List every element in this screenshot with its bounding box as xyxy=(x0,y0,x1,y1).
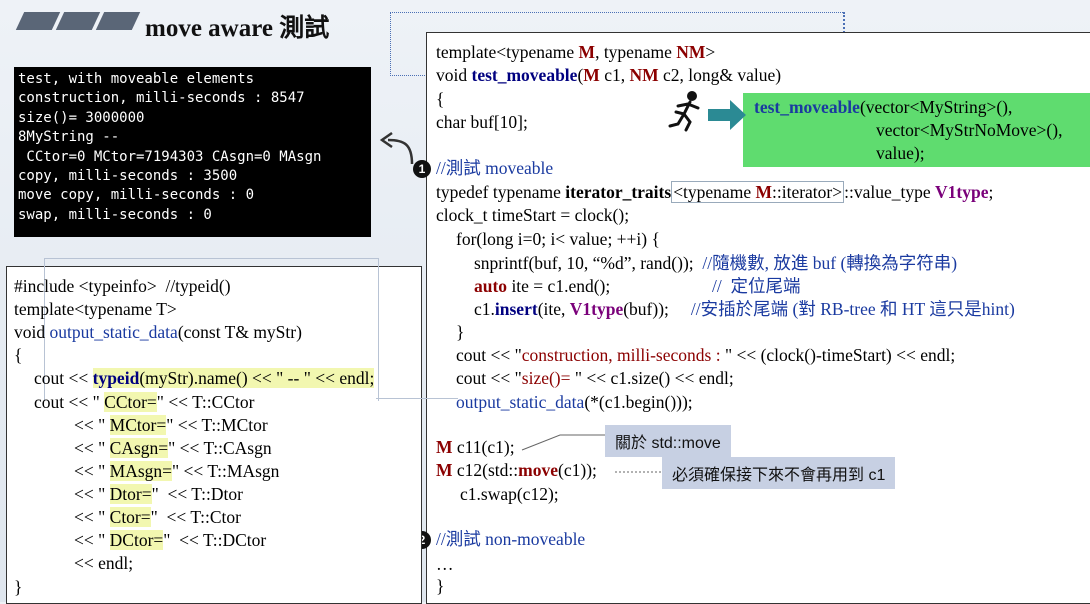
step-badge-1: 1 xyxy=(413,160,431,178)
comment-moveable: //測試 moveable xyxy=(436,158,554,178)
code-line: cout << " CCtor=" << T::CCtor xyxy=(34,392,255,412)
code-line: void output_static_data(const T& myStr) xyxy=(14,322,302,342)
code-line: template<typename M, typename NM> xyxy=(436,42,716,62)
console-output: test, with moveable elements constructio… xyxy=(14,67,371,237)
code-line: output_static_data(*(c1.begin())); xyxy=(456,392,693,412)
code-line: … xyxy=(436,554,454,574)
code-line: << " MAsgn=" << T::MAsgn xyxy=(74,461,280,481)
code-line: << " MCtor=" << T::MCtor xyxy=(74,415,268,435)
slide-title: move aware 測試 xyxy=(145,15,330,42)
console-line: CCtor=0 MCtor=7194303 CAsgn=0 MAsgn xyxy=(18,148,322,165)
code-line: } xyxy=(436,576,445,596)
code-line: cout << "construction, milli-seconds : "… xyxy=(456,345,956,365)
call-line-1: test_moveable(vector<MyString>(), xyxy=(754,97,1013,117)
call-line-2: vector<MyStrNoMove>(), xyxy=(876,120,1063,140)
console-line: move copy, milli-seconds : 0 xyxy=(18,187,255,204)
code-line: clock_t timeStart = clock(); xyxy=(436,205,630,225)
code-line: } xyxy=(14,577,23,597)
code-line: { xyxy=(436,89,445,109)
console-line: 8MyString -- xyxy=(18,129,120,146)
code-line: typedef typename iterator_traits <typenam… xyxy=(436,181,994,203)
curved-arrow-icon xyxy=(379,131,414,165)
console-line: construction, milli-seconds : 8547 xyxy=(18,90,305,107)
console-line: swap, milli-seconds : 0 xyxy=(18,206,212,223)
code-line: << " Ctor=" << T::Ctor xyxy=(74,507,241,527)
console-line: size()= 3000000 xyxy=(18,109,145,126)
code-line: << " Dtor=" << T::Dtor xyxy=(74,484,243,504)
code-line: cout << "size()= " << c1.size() << endl; xyxy=(456,368,734,388)
code-line: << " CAsgn=" << T::CAsgn xyxy=(74,438,272,458)
code-line: c1.swap(c12); xyxy=(460,484,559,504)
connector-line xyxy=(376,398,458,399)
console-line: copy, milli-seconds : 3500 xyxy=(18,168,238,185)
code-line: template<typename T> xyxy=(14,299,177,319)
decoration-bar xyxy=(95,12,141,30)
code-line: cout << typeid(myStr).name() << " -- " <… xyxy=(34,368,375,388)
running-person-icon xyxy=(668,91,700,132)
code-line: auto ite = c1.end();// 定位尾端 xyxy=(474,276,801,296)
code-line: for(long i=0; i< value; ++i) { xyxy=(456,229,660,249)
code-line: M c11(c1); xyxy=(436,437,515,457)
decoration-bar xyxy=(15,12,61,30)
note-must-ensure: 必須確保接下來不會再用到 c1 xyxy=(662,457,896,489)
decoration-bar xyxy=(55,12,101,30)
code-line: c1.insert(ite, V1type(buf));//安插於尾端 (對 R… xyxy=(474,299,1015,319)
code-line: } xyxy=(456,322,465,342)
code-line: << endl; xyxy=(74,553,134,573)
note-about-move: 關於 std::move xyxy=(605,425,731,457)
call-line-3: value); xyxy=(876,143,925,163)
comment-non-moveable: //測試 non-moveable xyxy=(436,529,586,549)
code-line: snprintf(buf, 10, “%d”, rand()); //隨機數, … xyxy=(474,253,958,273)
code-line: char buf[10]; xyxy=(436,112,528,132)
right-arrow-icon xyxy=(708,100,746,130)
console-line: test, with moveable elements xyxy=(18,71,255,87)
code-line: << " DCtor=" << T::DCtor xyxy=(74,530,267,550)
code-line: void test_moveable(M c1, NM c2, long& va… xyxy=(436,65,782,85)
code-line: { xyxy=(14,345,23,365)
code-line: #include <typeinfo> //typeid() xyxy=(14,276,231,296)
